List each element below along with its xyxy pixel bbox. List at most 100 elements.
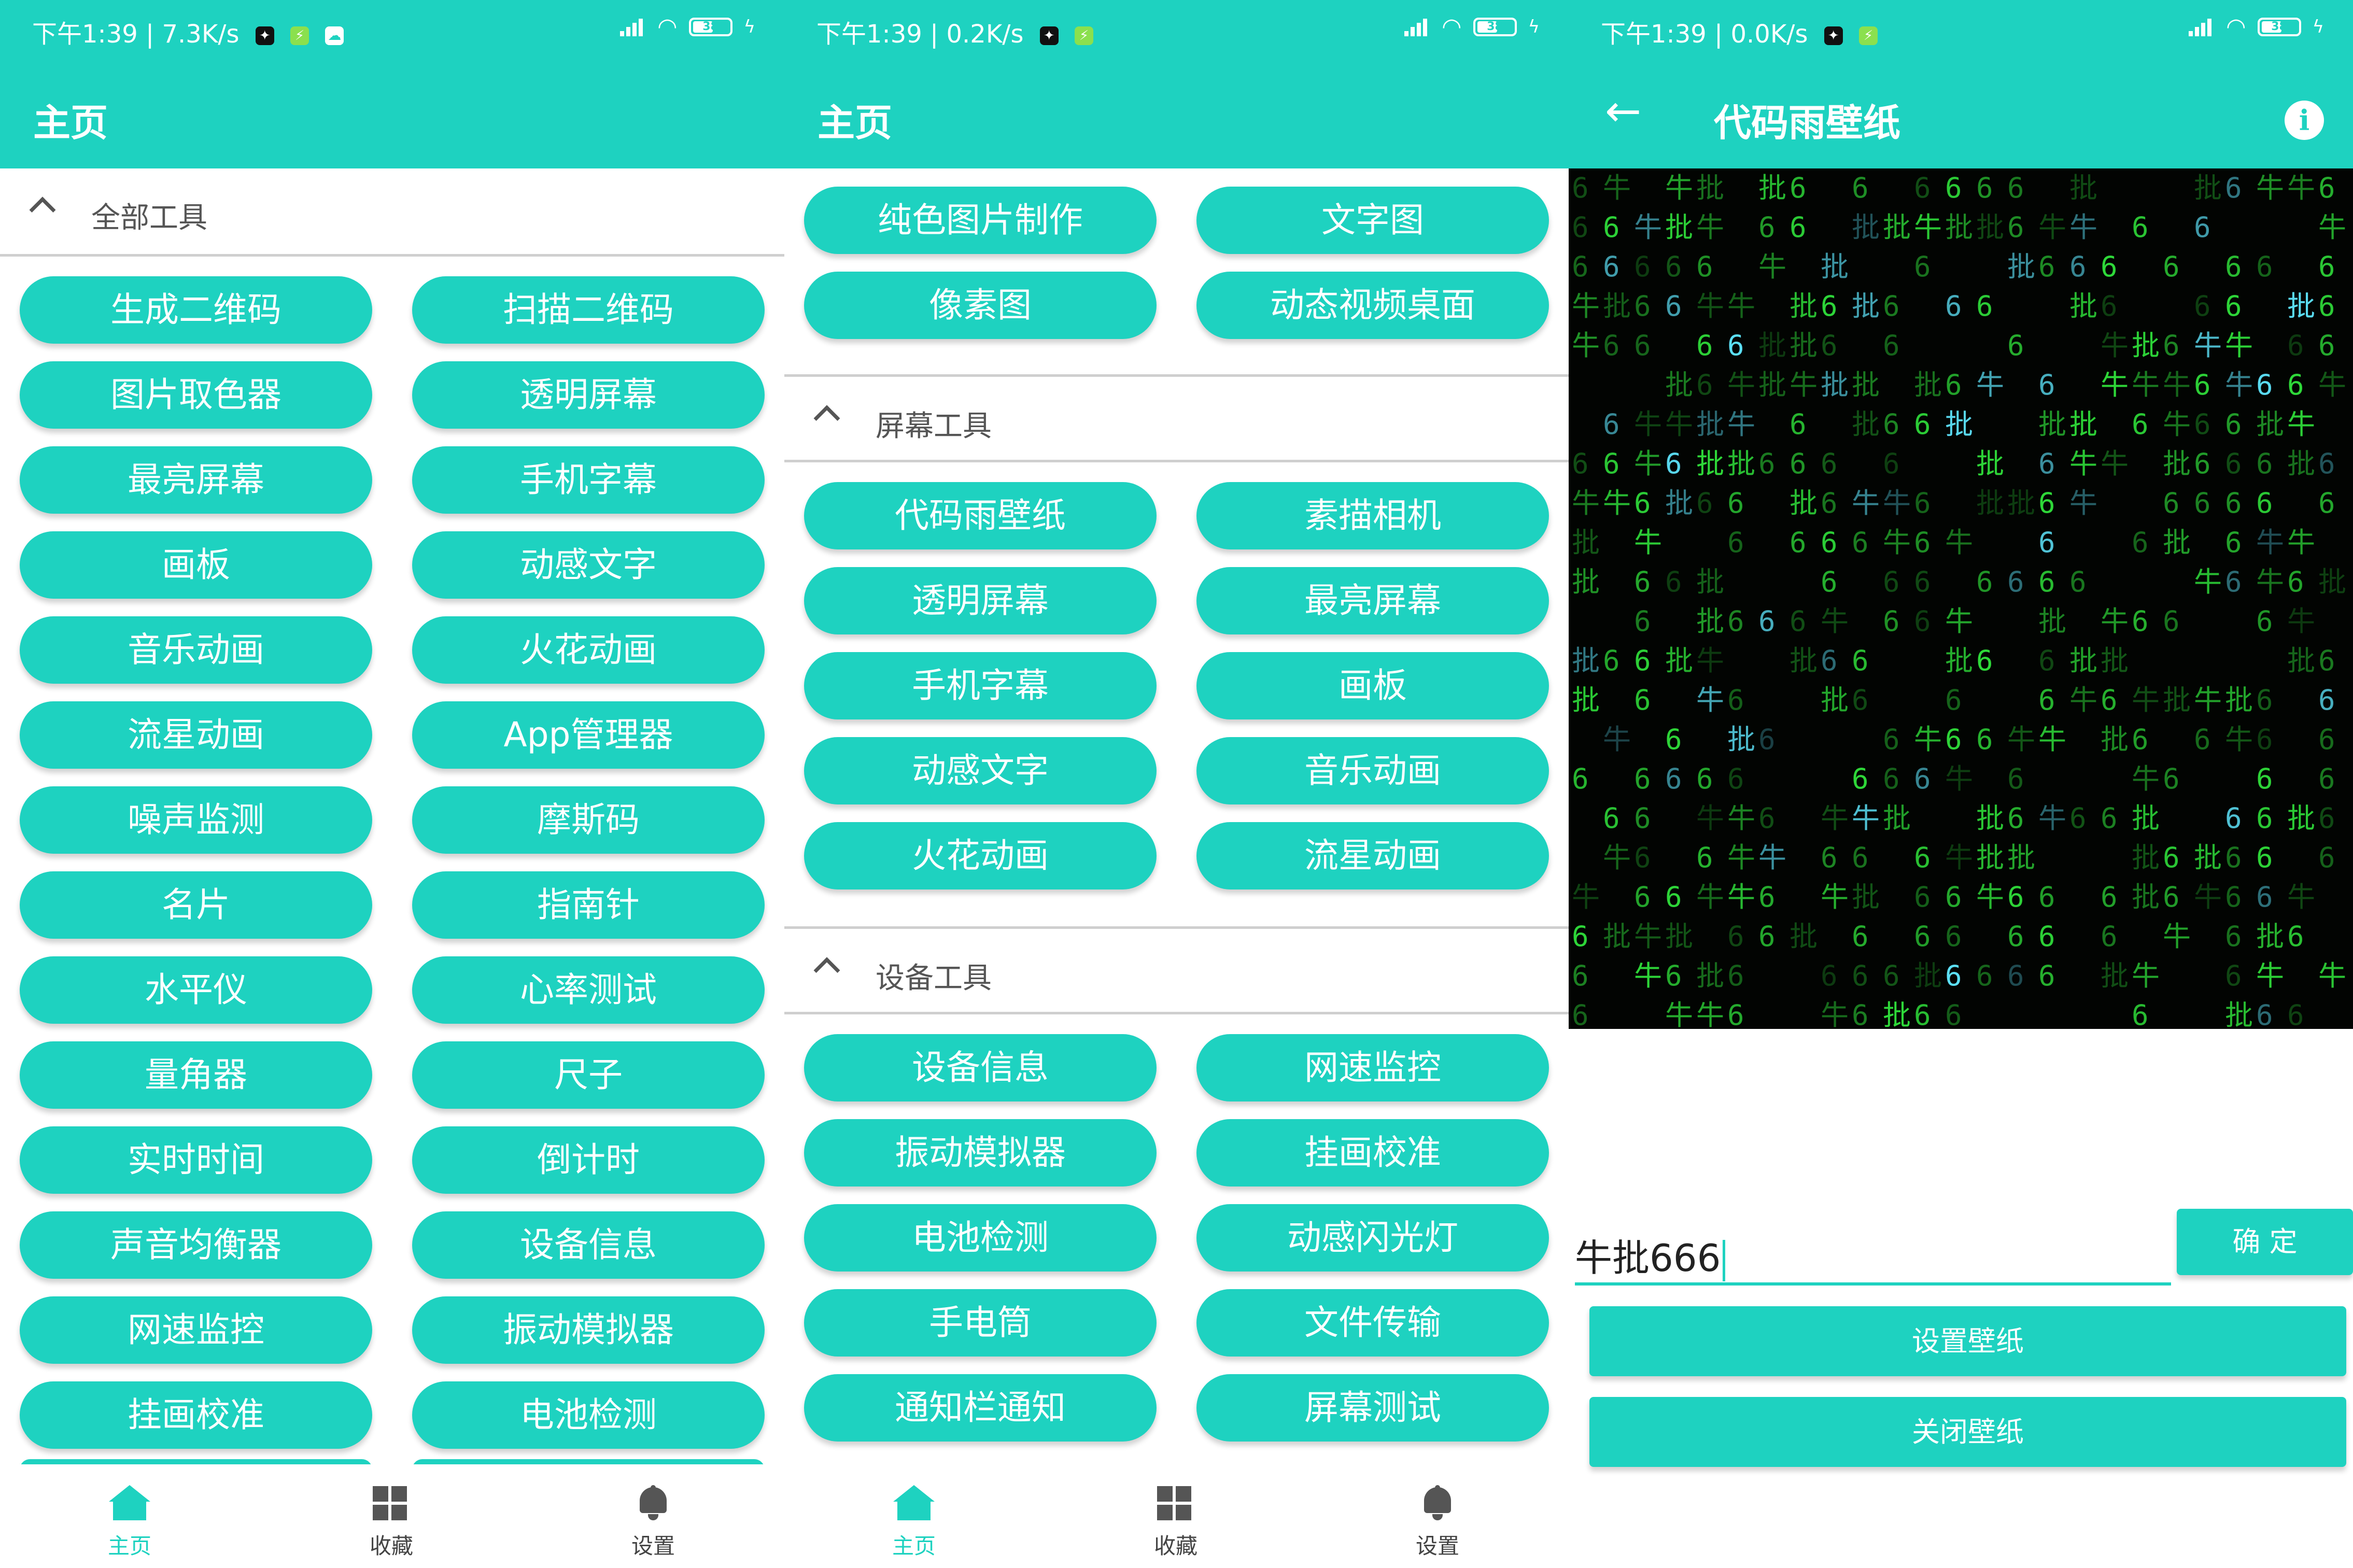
tool-button[interactable]: 实时时间 (20, 1126, 372, 1194)
tool-button[interactable]: 噪声监测 (20, 786, 372, 854)
tool-button[interactable]: 电池检测 (804, 1204, 1157, 1272)
tool-button[interactable]: 流星动画 (1196, 822, 1549, 889)
code-rain-preview: 666牛牛 6牛批批 批批 6 牛666牛66批6 66牛 6 牛 6牛 批 牛… (1569, 168, 2353, 1029)
nav-home[interactable]: 主页 (836, 1485, 992, 1560)
tool-button[interactable]: 心率测试 (412, 956, 765, 1024)
back-arrow-icon[interactable]: ← (1605, 89, 1641, 133)
tool-button[interactable]: 挂画校准 (1196, 1119, 1549, 1186)
tool-button[interactable]: 火花动画 (804, 822, 1157, 889)
tool-button[interactable]: 手电筒 (804, 1289, 1157, 1357)
tool-button[interactable]: 挂画校准 (20, 1381, 372, 1449)
set-wallpaper-button[interactable]: 设置壁纸 (1589, 1306, 2346, 1376)
bell-icon (1417, 1485, 1458, 1521)
tool-button[interactable]: 文字图 (1196, 187, 1549, 254)
signal-icon (2183, 18, 2215, 36)
tool-button[interactable]: 屏幕测试 (1196, 1374, 1549, 1442)
tool-button[interactable]: 尺子 (412, 1041, 765, 1109)
tool-button[interactable]: 纯色图片制作 (804, 187, 1157, 254)
tool-button[interactable]: 水平仪 (20, 956, 372, 1024)
status-bar: 下午1:39 | 0.2K/s ✦ ⚡ ◠ 38 ϟ (784, 0, 1569, 62)
tool-button[interactable]: 手机字幕 (412, 446, 765, 514)
charging-app-icon: ⚡ (1075, 26, 1094, 45)
tool-button[interactable]: 动感闪光灯 (1196, 1204, 1549, 1272)
app-bar: ← 代码雨壁纸 i (1569, 62, 2353, 168)
section-header-device-tools[interactable]: 设备工具 (784, 926, 1569, 1014)
tool-button[interactable]: 电池检测 (412, 1381, 765, 1449)
tool-button[interactable]: 火花动画 (412, 616, 765, 684)
page-title: 代码雨壁纸 (1714, 101, 1901, 145)
tool-button[interactable]: 振动模拟器 (804, 1119, 1157, 1186)
tool-button[interactable]: 文件传输 (1196, 1289, 1549, 1357)
tool-button[interactable]: 透明屏幕 (804, 567, 1157, 634)
section-header-all-tools[interactable]: 全部工具 (0, 168, 784, 257)
tool-button[interactable]: 网速监控 (20, 1296, 372, 1364)
wifi-icon: ◠ (657, 13, 678, 40)
tool-button[interactable]: 网速监控 (1196, 1034, 1549, 1101)
input-value: 牛批666 (1575, 1236, 1721, 1280)
chevron-up-icon (29, 196, 56, 223)
section-header-screen-tools[interactable]: 屏幕工具 (784, 374, 1569, 462)
tool-button[interactable]: 画板 (1196, 652, 1549, 719)
tool-button[interactable]: 流星动画 (20, 701, 372, 769)
tool-button[interactable]: 名片 (20, 871, 372, 939)
grid-icon (371, 1485, 412, 1521)
tool-button[interactable]: 音乐动画 (20, 616, 372, 684)
text-caret (1723, 1240, 1726, 1282)
tool-button[interactable]: 声音均衡器 (20, 1211, 372, 1279)
tool-button[interactable]: 通知栏通知 (804, 1374, 1157, 1442)
tool-button[interactable]: 指南针 (412, 871, 765, 939)
tool-button[interactable]: 倒计时 (412, 1126, 765, 1194)
nav-settings[interactable]: 设置 (1360, 1485, 1515, 1560)
battery-icon: 38 (688, 18, 732, 36)
tool-button[interactable]: 扫描二维码 (412, 276, 765, 344)
charging-icon: ϟ (743, 17, 755, 37)
tool-button[interactable]: 透明屏幕 (412, 361, 765, 429)
charging-app-icon: ⚡ (1859, 26, 1878, 45)
chevron-up-icon (813, 957, 840, 984)
tool-button[interactable]: 图片取色器 (20, 361, 372, 429)
tool-button[interactable]: App管理器 (412, 701, 765, 769)
nav-home[interactable]: 主页 (52, 1485, 207, 1560)
nav-favorites[interactable]: 收藏 (314, 1485, 469, 1560)
tool-button[interactable]: 量角器 (20, 1041, 372, 1109)
tool-button[interactable]: 摩斯码 (412, 786, 765, 854)
tool-button[interactable]: 音乐动画 (1196, 737, 1549, 804)
notification-icon: ✦ (255, 26, 274, 45)
wifi-icon: ◠ (2226, 13, 2246, 40)
tool-button[interactable]: 振动模拟器 (412, 1296, 765, 1364)
tool-button[interactable]: 动态视频桌面 (1196, 272, 1549, 339)
status-bar: 下午1:39 | 7.3K/s ✦ ⚡ ☁ ◠ 38 ϟ (0, 0, 784, 62)
notification-icon: ✦ (1039, 26, 1059, 45)
charging-app-icon: ⚡ (290, 26, 309, 45)
tool-button[interactable]: 素描相机 (1196, 482, 1549, 549)
cloud-icon: ☁ (325, 26, 344, 45)
charging-icon: ϟ (2312, 17, 2324, 37)
tool-button[interactable]: 画板 (20, 531, 372, 599)
tool-button[interactable]: 动感文字 (412, 531, 765, 599)
tool-button[interactable]: 最亮屏幕 (1196, 567, 1549, 634)
chevron-up-icon (813, 405, 840, 432)
home-icon (109, 1485, 150, 1521)
tool-button[interactable]: 生成二维码 (20, 276, 372, 344)
home-icon (893, 1485, 935, 1521)
wifi-icon: ◠ (1442, 13, 1462, 40)
nav-favorites[interactable]: 收藏 (1098, 1485, 1253, 1560)
signal-icon (1399, 18, 1430, 36)
section-label: 设备工具 (876, 962, 992, 995)
app-bar: 主页 (784, 62, 1569, 168)
confirm-button[interactable]: 确 定 (2177, 1209, 2353, 1275)
tool-button[interactable]: 最亮屏幕 (20, 446, 372, 514)
tool-button[interactable]: 像素图 (804, 272, 1157, 339)
app-bar: 主页 (0, 62, 784, 168)
nav-settings[interactable]: 设置 (575, 1485, 731, 1560)
tool-button[interactable]: 设备信息 (412, 1211, 765, 1279)
section-label: 屏幕工具 (876, 409, 992, 443)
tool-button[interactable]: 动感文字 (804, 737, 1157, 804)
info-icon[interactable]: i (2285, 101, 2324, 140)
tool-button[interactable]: 设备信息 (804, 1034, 1157, 1101)
close-wallpaper-button[interactable]: 关闭壁纸 (1589, 1397, 2346, 1467)
tool-button[interactable]: 手机字幕 (804, 652, 1157, 719)
tool-button[interactable]: 代码雨壁纸 (804, 482, 1157, 549)
rain-text-input[interactable]: 牛批666 (1575, 1213, 2171, 1286)
status-time-speed: 下午1:39 | 0.0K/s (1601, 20, 1808, 49)
